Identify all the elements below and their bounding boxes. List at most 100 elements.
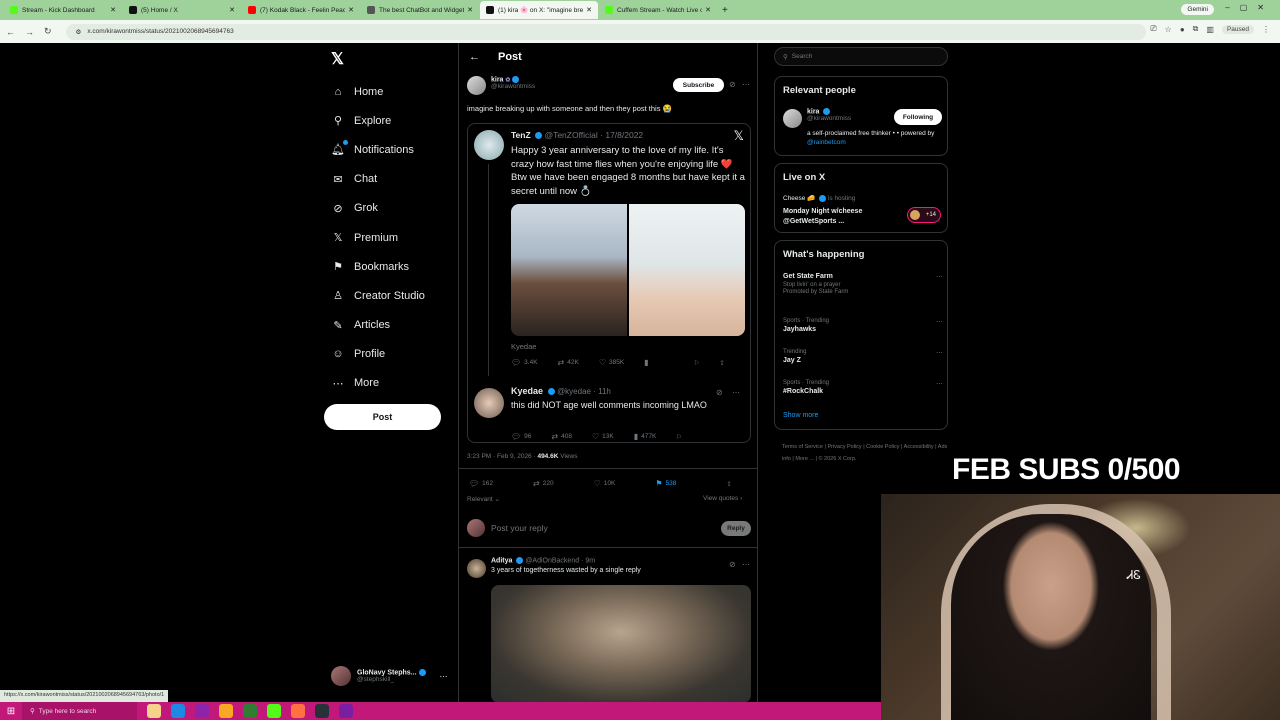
browser-tab[interactable]: Stream - Kick Dashboard ✕ bbox=[4, 1, 122, 19]
trend-item[interactable]: Trending Jay Z ⋯ bbox=[783, 349, 943, 364]
taskbar-app-icon[interactable] bbox=[267, 704, 281, 718]
hands-ring-photo[interactable] bbox=[629, 204, 745, 336]
sidebar-item-home[interactable]: ⌂ Home bbox=[331, 77, 425, 106]
view-quotes-link[interactable]: View quotes › bbox=[703, 495, 742, 502]
browser-tab[interactable]: The best ChatBot and Widgets ✕ bbox=[361, 1, 479, 19]
sidebar-item-grok[interactable]: ⊘ Grok bbox=[331, 194, 425, 223]
sidebar-item-premium[interactable]: 𝕏 Premium bbox=[331, 223, 425, 252]
back-icon[interactable]: ← bbox=[6, 27, 15, 37]
new-tab-icon[interactable]: + bbox=[722, 5, 728, 16]
couple-kiss-photo[interactable] bbox=[511, 204, 627, 336]
like-stat[interactable]: ♡ 13K bbox=[592, 432, 614, 441]
repost-stat[interactable]: ⇄ 220 bbox=[533, 479, 554, 488]
quote-author[interactable]: TenZ @TenZOfficial · 17/8/2022 bbox=[511, 130, 643, 140]
trend-more-icon[interactable]: ⋯ bbox=[936, 380, 943, 388]
trend-item[interactable]: Get State Farm Stop livin' on a prayer P… bbox=[783, 273, 943, 295]
browser-tab[interactable]: Cuffem Stream - Watch Live on ✕ bbox=[599, 1, 717, 19]
person-avatar[interactable] bbox=[783, 109, 802, 128]
site-info-icon[interactable]: ⚙ bbox=[76, 28, 82, 36]
repost-stat[interactable]: ⇄ 408 bbox=[551, 432, 572, 441]
tab-close-icon[interactable]: ✕ bbox=[348, 6, 354, 14]
subscribe-button[interactable]: Subscribe bbox=[673, 78, 724, 92]
reply-more-icon[interactable]: ⋯ bbox=[732, 388, 740, 397]
author-avatar[interactable] bbox=[467, 76, 486, 95]
sidebar-icon[interactable]: ▥ bbox=[1206, 25, 1214, 34]
views-stat[interactable]: ▮ bbox=[644, 358, 651, 367]
quoted-reply[interactable]: Kyedae @kyedae · 11h this did NOT age we… bbox=[511, 386, 711, 411]
grok-icon[interactable]: ⊘ bbox=[729, 560, 736, 569]
tab-close-icon[interactable]: ✕ bbox=[705, 6, 711, 14]
sidebar-item-profile[interactable]: ☺ Profile bbox=[331, 340, 425, 369]
reply-stat[interactable]: 💬︎ 96 bbox=[511, 432, 531, 441]
share-icon[interactable]: ⇪ bbox=[719, 359, 724, 367]
puzzle-icon[interactable]: ⧉ bbox=[1193, 24, 1199, 34]
bio-link[interactable]: @rainbetcom bbox=[807, 139, 846, 146]
taskbar-app-icon[interactable] bbox=[171, 704, 185, 718]
live-listeners-badge[interactable]: +14 bbox=[907, 207, 941, 223]
reply-button[interactable]: Reply bbox=[721, 520, 751, 536]
window-controls[interactable]: –▢✕ bbox=[1225, 3, 1274, 12]
bookmark-star-icon[interactable]: ☆ bbox=[1165, 25, 1172, 34]
reply-input[interactable]: Post your reply bbox=[491, 523, 721, 533]
live-host[interactable]: Cheese 🧀 is hosting bbox=[783, 194, 855, 202]
extension-icon[interactable]: ● bbox=[1180, 25, 1185, 34]
grok-icon[interactable]: ⊘ bbox=[729, 80, 736, 89]
reply-more-icon[interactable]: ⋯ bbox=[742, 560, 750, 569]
bookmark-icon[interactable]: ⚐ bbox=[676, 433, 682, 441]
taskbar-app-icon[interactable] bbox=[243, 704, 257, 718]
reply-avatar[interactable] bbox=[467, 559, 486, 578]
sidebar-item-bookmarks[interactable]: ⚑ Bookmarks bbox=[331, 252, 425, 281]
reply-meme-photo[interactable] bbox=[491, 585, 751, 703]
like-stat[interactable]: ♡ 10K bbox=[594, 479, 616, 488]
forward-icon[interactable]: → bbox=[25, 27, 34, 37]
bookmark-icon[interactable]: ⚐ bbox=[694, 359, 700, 367]
taskbar-app-icon[interactable] bbox=[219, 704, 233, 718]
browser-tab[interactable]: (5) Home / X ✕ bbox=[123, 1, 241, 19]
menu-icon[interactable]: ⋮ bbox=[1262, 25, 1270, 34]
repost-stat[interactable]: ⇄ 42K bbox=[558, 358, 579, 367]
x-logo[interactable]: 𝕏 bbox=[331, 49, 344, 69]
tab-close-icon[interactable]: ✕ bbox=[110, 6, 116, 14]
live-stream-title[interactable]: Monday Night w/cheese @GetWetSports ... bbox=[783, 207, 893, 226]
taskbar-app-icon[interactable] bbox=[315, 704, 329, 718]
trend-more-icon[interactable]: ⋯ bbox=[936, 273, 943, 281]
reload-icon[interactable]: ↻ bbox=[44, 26, 52, 37]
post-button[interactable]: Post bbox=[324, 404, 441, 430]
sidebar-item-notifications[interactable]: 🔔︎ Notifications bbox=[331, 135, 425, 164]
tab-close-icon[interactable]: ✕ bbox=[586, 6, 592, 14]
person-name[interactable]: kira bbox=[807, 108, 851, 115]
more-icon[interactable]: ⋯ bbox=[440, 672, 448, 681]
browser-tab[interactable]: (1) kira 🌸 on X: "imagine brea ✕ bbox=[480, 1, 598, 19]
like-stat[interactable]: ♡ 385K bbox=[599, 358, 624, 367]
author-handle[interactable]: @kirawontmiss bbox=[491, 83, 535, 90]
taskbar-app-icon[interactable] bbox=[291, 704, 305, 718]
sidebar-item-explore[interactable]: ⚲ Explore bbox=[331, 106, 425, 135]
author-name[interactable]: kira ✿ bbox=[491, 76, 535, 83]
gemini-button[interactable]: Gemini bbox=[1181, 4, 1214, 15]
account-switcher[interactable]: GloNavy Stephs... @stephskill_ ⋯ bbox=[331, 666, 448, 686]
install-icon[interactable]: ⎚ bbox=[1150, 24, 1156, 34]
trend-more-icon[interactable]: ⋯ bbox=[936, 349, 943, 357]
taskbar-app-icon[interactable] bbox=[147, 704, 161, 718]
browser-tab[interactable]: (7) Kodak Black - Feelin Peachy ✕ bbox=[242, 1, 360, 19]
grok-icon[interactable]: ⊘ bbox=[716, 388, 723, 397]
reply-post[interactable]: Aditya @AdiOnBackend · 9m 3 years of tog… bbox=[491, 557, 641, 574]
person-info[interactable]: kira @kirawontmiss bbox=[807, 108, 851, 122]
sidebar-item-articles[interactable]: ✎ Articles bbox=[331, 311, 425, 340]
reply-author[interactable]: Aditya @AdiOnBackend · 9m bbox=[491, 557, 641, 564]
trend-item[interactable]: Sports · Trending Jayhawks ⋯ bbox=[783, 318, 943, 333]
following-button[interactable]: Following bbox=[894, 109, 942, 125]
trend-item[interactable]: Sports · Trending #RockChalk ⋯ bbox=[783, 380, 943, 395]
sidebar-item-more[interactable]: ⋯ More bbox=[331, 369, 425, 398]
views-stat[interactable]: ▮ 477K bbox=[634, 432, 657, 441]
bookmark-stat[interactable]: ⚑ 538 bbox=[655, 479, 676, 488]
sort-relevant-dropdown[interactable]: Relevant ⌄ bbox=[467, 495, 500, 503]
show-more-link[interactable]: Show more bbox=[783, 412, 818, 419]
tab-close-icon[interactable]: ✕ bbox=[229, 6, 235, 14]
reply-stat[interactable]: 💬︎ 3.4K bbox=[511, 358, 538, 367]
sidebar-item-chat[interactable]: ✉ Chat bbox=[331, 165, 425, 194]
taskbar-app-icon[interactable] bbox=[195, 704, 209, 718]
taskbar-search[interactable]: ⚲ Type here to search bbox=[22, 702, 137, 720]
reply-avatar[interactable] bbox=[474, 388, 504, 418]
reply-stat[interactable]: 💬︎ 162 bbox=[469, 479, 493, 488]
